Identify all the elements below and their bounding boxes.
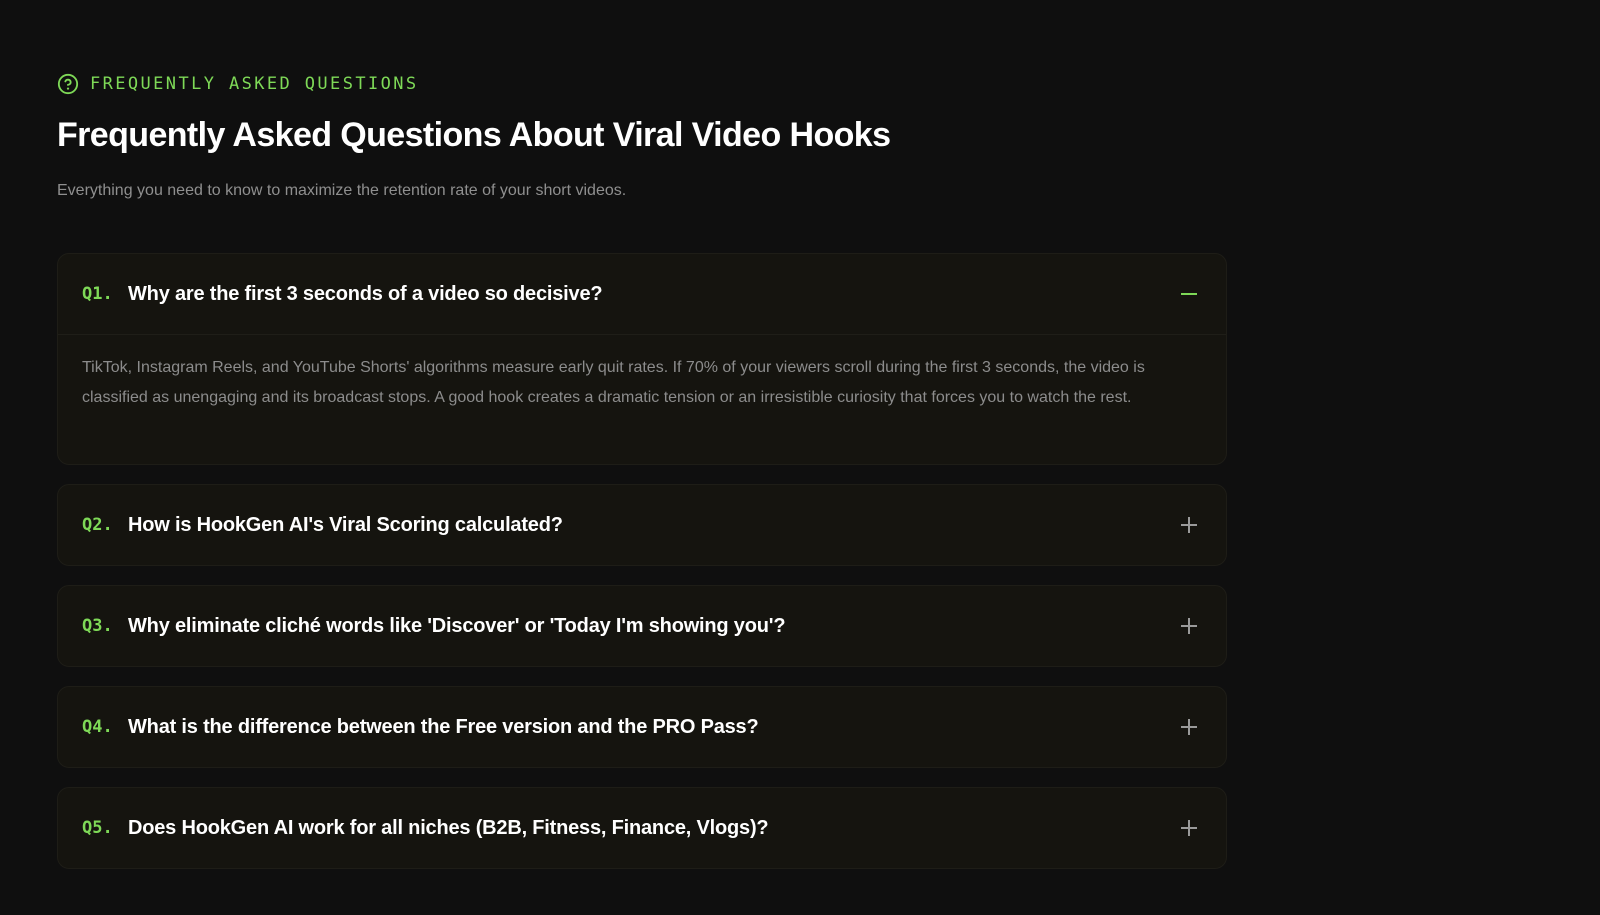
faq-number: Q4. <box>82 717 113 737</box>
faq-answer-text: TikTok, Instagram Reels, and YouTube Sho… <box>82 359 1145 406</box>
faq-question-button-q3[interactable]: Q3. Why eliminate cliché words like 'Dis… <box>58 586 1226 666</box>
faq-question-button-q4[interactable]: Q4. What is the difference between the F… <box>58 687 1226 767</box>
faq-number: Q3. <box>82 616 113 636</box>
faq-item-q4: Q4. What is the difference between the F… <box>57 686 1227 768</box>
plus-icon[interactable] <box>1180 718 1198 736</box>
faq-section: FREQUENTLY ASKED QUESTIONS Frequently As… <box>0 0 1600 915</box>
question-circle-icon <box>57 73 79 95</box>
faq-number: Q5. <box>82 818 113 838</box>
faq-question-button-q2[interactable]: Q2. How is HookGen AI's Viral Scoring ca… <box>58 485 1226 565</box>
minus-icon[interactable] <box>1180 285 1198 303</box>
faq-number: Q2. <box>82 515 113 535</box>
faq-item-q3: Q3. Why eliminate cliché words like 'Dis… <box>57 585 1227 667</box>
faq-question-button-q5[interactable]: Q5. Does HookGen AI work for all niches … <box>58 788 1226 868</box>
page-title: Frequently Asked Questions About Viral V… <box>57 116 891 154</box>
eyebrow-label: FREQUENTLY ASKED QUESTIONS <box>90 74 419 94</box>
faq-number: Q1. <box>82 284 113 304</box>
plus-icon[interactable] <box>1180 617 1198 635</box>
page-subtitle: Everything you need to know to maximize … <box>57 182 627 199</box>
plus-icon[interactable] <box>1180 819 1198 837</box>
plus-icon[interactable] <box>1180 516 1198 534</box>
faq-item-q2: Q2. How is HookGen AI's Viral Scoring ca… <box>57 484 1227 566</box>
faq-eyebrow: FREQUENTLY ASKED QUESTIONS <box>57 72 419 96</box>
faq-list: Q1. Why are the first 3 seconds of a vid… <box>57 253 1227 888</box>
faq-item-q1: Q1. Why are the first 3 seconds of a vid… <box>57 253 1227 465</box>
faq-question-text: How is HookGen AI's Viral Scoring calcul… <box>128 513 563 536</box>
faq-question-button-q1[interactable]: Q1. Why are the first 3 seconds of a vid… <box>58 254 1226 334</box>
faq-question-text: Why eliminate cliché words like 'Discove… <box>128 614 786 637</box>
faq-item-q5: Q5. Does HookGen AI work for all niches … <box>57 787 1227 869</box>
faq-question-text: Does HookGen AI work for all niches (B2B… <box>128 816 769 839</box>
faq-question-text: Why are the first 3 seconds of a video s… <box>128 282 603 305</box>
faq-question-text: What is the difference between the Free … <box>128 715 759 738</box>
